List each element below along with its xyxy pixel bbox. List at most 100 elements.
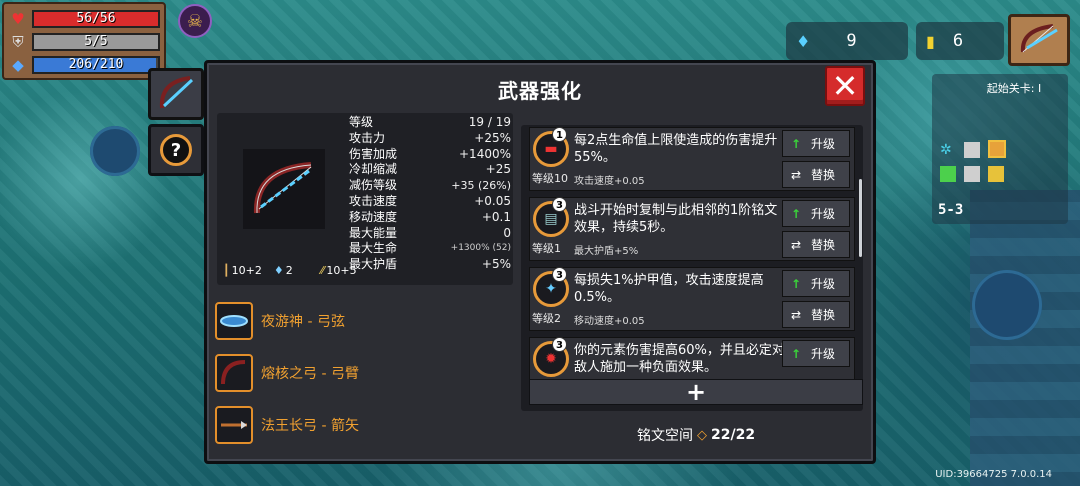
gem-count: 9	[846, 31, 857, 51]
player-stats: ♥ 56/56 ⛨ 5/5 ◆ 206/210	[2, 2, 166, 80]
plus-icon: +	[685, 378, 707, 406]
rune-bonus: 移动速度+0.05	[574, 316, 645, 327]
weapon-card: 等级 19 / 19 攻击力 +25% 伤害加成 +1400% 冷却缩减 +25 减伤等…	[217, 113, 513, 285]
heart-icon: ♥	[11, 9, 25, 28]
weapon-upgrade-panel: 武器强化 ✕ 等级 19 / 19 攻击力 +25% 伤害加成 +1400% 冷却缩减…	[204, 60, 876, 464]
arrow-up-icon: ↑	[790, 206, 802, 221]
energy-bar: 206/210	[32, 55, 160, 74]
crit-icon: ♦	[273, 264, 284, 277]
rune-space-count: 22/22	[711, 427, 756, 443]
rune-bonus: 攻击速度+0.05	[574, 176, 645, 187]
close-icon: ✕	[831, 67, 859, 105]
shield-value: 5/5	[84, 33, 108, 49]
gem-icon: ♦	[796, 31, 811, 51]
rune-space-label: 铭文空间	[637, 428, 693, 444]
part-bow-arm[interactable]: 熔核之弓 - 弓臂	[215, 347, 515, 399]
panel-title: 武器强化	[498, 79, 582, 103]
rune-description: 每2点生命值上限使造成的伤害提升55%。	[574, 133, 778, 165]
current-room-cell	[988, 140, 1006, 158]
rune-tier-badge: 3	[552, 337, 567, 352]
swap-icon: ⇄	[790, 237, 802, 252]
shield-icon: ⛨	[12, 32, 24, 51]
damage-icon: ┃	[223, 264, 230, 277]
level-indicator: 5-3	[938, 202, 964, 218]
bow-icon	[159, 76, 194, 109]
weapon-stats: 等级 19 / 19 攻击力 +25% 伤害加成 +1400% 冷却缩减 +25 减伤等…	[349, 115, 511, 273]
tab-weapon[interactable]	[148, 68, 204, 120]
stat-row: 最大能量 0	[349, 225, 511, 240]
boss-helmet-icon[interactable]: ☠	[178, 4, 212, 38]
bow-icon	[1020, 24, 1058, 53]
tab-help[interactable]: ?	[148, 124, 204, 176]
crit-stat: ♦ 2	[273, 264, 293, 277]
stat-row: 冷却缩减 +25	[349, 162, 511, 177]
uid-label: UID:39664725 7.0.0.14	[935, 469, 1052, 480]
bush	[972, 270, 1042, 340]
room-cell	[940, 166, 956, 182]
arrow-up-icon: ↑	[790, 136, 802, 151]
stone-wall	[970, 190, 1080, 486]
weapon-image	[243, 149, 325, 229]
close-button[interactable]: ✕	[825, 66, 865, 106]
speed-stat: ⁄⁄ 10+5	[320, 264, 357, 277]
bush	[90, 126, 140, 176]
swap-icon: ⇄	[790, 307, 802, 322]
stat-row: 攻击速度 +0.05	[349, 193, 511, 208]
upgrade-button[interactable]: ↑ 升级	[782, 130, 850, 157]
rune-level: 等级1	[532, 242, 561, 255]
diamond-icon: ◇	[697, 427, 707, 443]
part-label: 夜游神 - 弓弦	[261, 314, 345, 330]
treasure-room-cell	[988, 166, 1004, 182]
rune-space: 铭文空间 ◇ 22/22	[637, 425, 755, 445]
rune-description: 你的元素伤害提高60%，并且必定对敌人施加一种负面效果。	[574, 343, 785, 375]
arrow-icon	[215, 406, 253, 444]
bow-icon	[253, 162, 312, 214]
bow-arm-icon	[215, 354, 253, 392]
arrow-up-icon: ↑	[790, 276, 802, 291]
upgrade-button[interactable]: ↑ 升级	[782, 270, 850, 297]
rune-list-scrollbar[interactable]	[859, 179, 862, 257]
upgrade-button[interactable]: ↑ 升级	[782, 200, 850, 227]
weapon-parts: 夜游神 - 弓弦 熔核之弓 - 弓臂 法王长弓 - 箭矢	[215, 295, 515, 451]
rune-item: ▬ 1 等级10 每2点生命值上限使造成的伤害提升55%。 攻击速度+0.05 …	[529, 127, 855, 191]
energy-value: 206/210	[68, 56, 124, 72]
help-icon: ?	[160, 134, 192, 166]
part-bowstring[interactable]: 夜游神 - 弓弦	[215, 295, 515, 347]
weapon-slot-button[interactable]	[1008, 14, 1070, 66]
part-label: 法王长弓 - 箭矢	[261, 418, 359, 434]
rune-list[interactable]: ▬ 1 等级10 每2点生命值上限使造成的伤害提升55%。 攻击速度+0.05 …	[521, 125, 863, 411]
stat-row: 最大生命 +1300% (52)	[349, 241, 511, 256]
replace-button[interactable]: ⇄ 替换	[782, 301, 850, 328]
hp-row: ♥ 56/56	[8, 7, 160, 30]
rune-level: 等级10	[532, 172, 568, 185]
weapon-meta: ┃ 10+2 ♦ 2 ⁄⁄ 10+5	[223, 264, 357, 277]
energy-icon: ◆	[12, 55, 24, 74]
minimap[interactable]: 起始关卡: I ✲ 5-3	[932, 74, 1068, 224]
replace-button[interactable]: ⇄ 替换	[782, 231, 850, 258]
add-rune-button[interactable]: +	[529, 379, 863, 405]
minimap-title: 起始关卡: I	[986, 82, 1042, 95]
rune-description: 每损失1%护甲值，攻击速度提高0.5%。	[574, 273, 764, 305]
stat-row: 攻击力 +25%	[349, 130, 511, 145]
stat-row: 减伤等级 +35 (26%)	[349, 178, 511, 193]
room-cell	[964, 142, 980, 158]
energy-row: ◆ 206/210	[8, 53, 160, 76]
upgrade-button[interactable]: ↑ 升级	[782, 340, 850, 367]
shield-row: ⛨ 5/5	[8, 30, 160, 53]
replace-button[interactable]: ⇄ 替换	[782, 161, 850, 188]
hp-value: 56/56	[76, 10, 116, 26]
part-label: 熔核之弓 - 弓臂	[261, 366, 359, 382]
shield-bar: 5/5	[32, 32, 160, 51]
coin-icon: ▮	[926, 31, 935, 51]
rune-item: ✦ 3 等级2 每损失1%护甲值，攻击速度提高0.5%。 移动速度+0.05 ↑…	[529, 267, 855, 331]
rune-level: 等级2	[532, 312, 561, 325]
stat-row: 移动速度 +0.1	[349, 209, 511, 224]
rune-tier-badge: 3	[552, 267, 567, 282]
part-arrow[interactable]: 法王长弓 - 箭矢	[215, 399, 515, 451]
damage-stat: ┃ 10+2	[223, 264, 262, 277]
speed-icon: ⁄⁄	[320, 264, 325, 277]
rune-tier-badge: 3	[552, 197, 567, 212]
stat-row: 等级 19 / 19	[349, 115, 511, 129]
bowstring-icon	[215, 302, 253, 340]
rune-description: 战斗开始时复制与此相邻的1阶铭文效果，持续5秒。	[574, 203, 778, 235]
